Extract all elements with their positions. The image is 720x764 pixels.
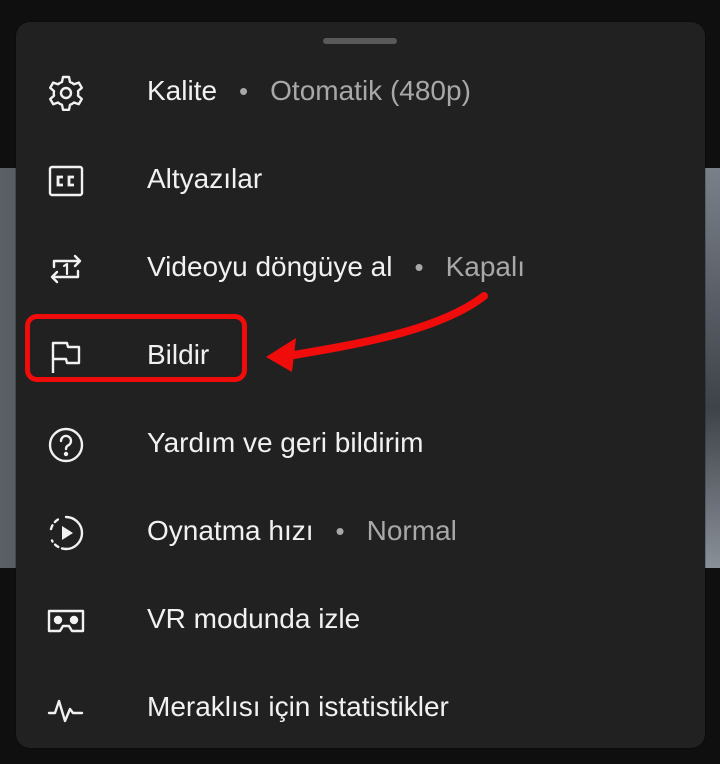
menu-item-quality[interactable]: Kalite • Otomatik (480p): [16, 47, 705, 135]
menu-item-label: Meraklısı için istatistikler: [147, 691, 449, 722]
menu-item-label: Yardım ve geri bildirim: [147, 427, 424, 458]
menu-item-value: Otomatik (480p): [270, 75, 471, 106]
vr-icon: [46, 601, 86, 641]
cc-icon: [46, 161, 86, 201]
annotation-highlight-box: [25, 314, 247, 382]
menu-item-vr-mode[interactable]: VR modunda izle: [16, 575, 705, 663]
playback-speed-icon: [46, 513, 86, 553]
menu-item-playback-speed[interactable]: Oynatma hızı • Normal: [16, 487, 705, 575]
menu-item-help-feedback[interactable]: Yardım ve geri bildirim: [16, 399, 705, 487]
stats-icon: [46, 689, 86, 729]
drag-handle[interactable]: [323, 38, 397, 44]
menu-item-label: Videoyu döngüye al: [147, 251, 393, 282]
menu-item-value: Kapalı: [445, 251, 525, 282]
menu-item-label: Altyazılar: [147, 163, 263, 194]
menu-item-label: Kalite: [147, 75, 218, 106]
menu-item-label: Oynatma hızı: [147, 515, 314, 546]
separator-dot: •: [335, 515, 345, 546]
menu-item-stats-for-nerds[interactable]: Meraklısı için istatistikler: [16, 663, 705, 751]
gear-icon: [46, 73, 86, 113]
help-icon: [46, 425, 86, 465]
menu-item-label: VR modunda izle: [147, 603, 361, 634]
separator-dot: •: [414, 251, 424, 282]
menu-item-loop[interactable]: Videoyu döngüye al • Kapalı: [16, 223, 705, 311]
separator-dot: •: [239, 75, 249, 106]
menu-item-value: Normal: [366, 515, 457, 546]
loop-icon: [46, 249, 86, 289]
menu-item-captions[interactable]: Altyazılar: [16, 135, 705, 223]
